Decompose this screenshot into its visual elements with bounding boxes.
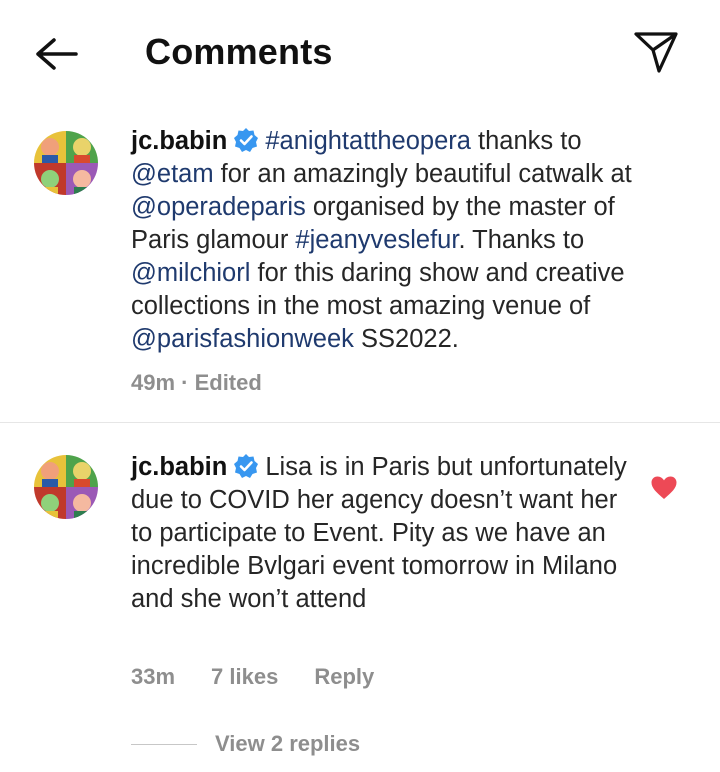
comment-meta: 33m 7 likes Reply [131,664,410,690]
reply-button[interactable]: Reply [314,664,374,689]
mention-link[interactable]: @parisfashionweek [131,325,354,353]
arrow-left-icon [36,38,78,70]
verified-badge-icon [234,454,259,478]
comment-time: 33m [131,664,176,689]
view-replies-label: View 2 replies [215,731,361,756]
back-button[interactable] [28,30,84,78]
replies-divider-line [131,743,197,745]
like-button[interactable] [650,475,678,501]
comment-text-segment: . Thanks to [458,226,585,254]
mention-link[interactable]: #anightattheopera [265,127,471,155]
avatar[interactable] [34,455,98,519]
send-icon [634,32,678,73]
mention-link[interactable]: #jeanyveslefur [295,226,458,254]
header-bar: Comments [0,0,720,105]
comment-text-segment: thanks to [470,127,582,155]
avatar[interactable] [34,131,98,195]
comment-text: jc.babin #anightattheopera thanks to @et… [131,125,651,356]
likes-count[interactable]: 7 likes [211,664,278,689]
mention-link[interactable]: @operadeparis [131,193,306,221]
username[interactable]: jc.babin [131,127,227,155]
comment-text-segment: SS2022. [353,325,459,353]
comment-meta: 49m · Edited [131,370,262,395]
comment-text-segment: for an amazingly beautiful catwalk at [213,160,632,188]
view-replies-button[interactable]: View 2 replies [131,731,360,757]
comment-text: jc.babin Lisa is in Paris but unfortunat… [131,451,631,616]
verified-badge-icon [234,128,259,152]
divider [0,422,720,423]
heart-filled-icon [651,476,677,499]
page-title: Comments [145,31,333,72]
share-button[interactable] [628,26,684,78]
username[interactable]: jc.babin [131,453,227,481]
mention-link[interactable]: @milchiorl [131,259,250,287]
mention-link[interactable]: @etam [131,160,214,188]
